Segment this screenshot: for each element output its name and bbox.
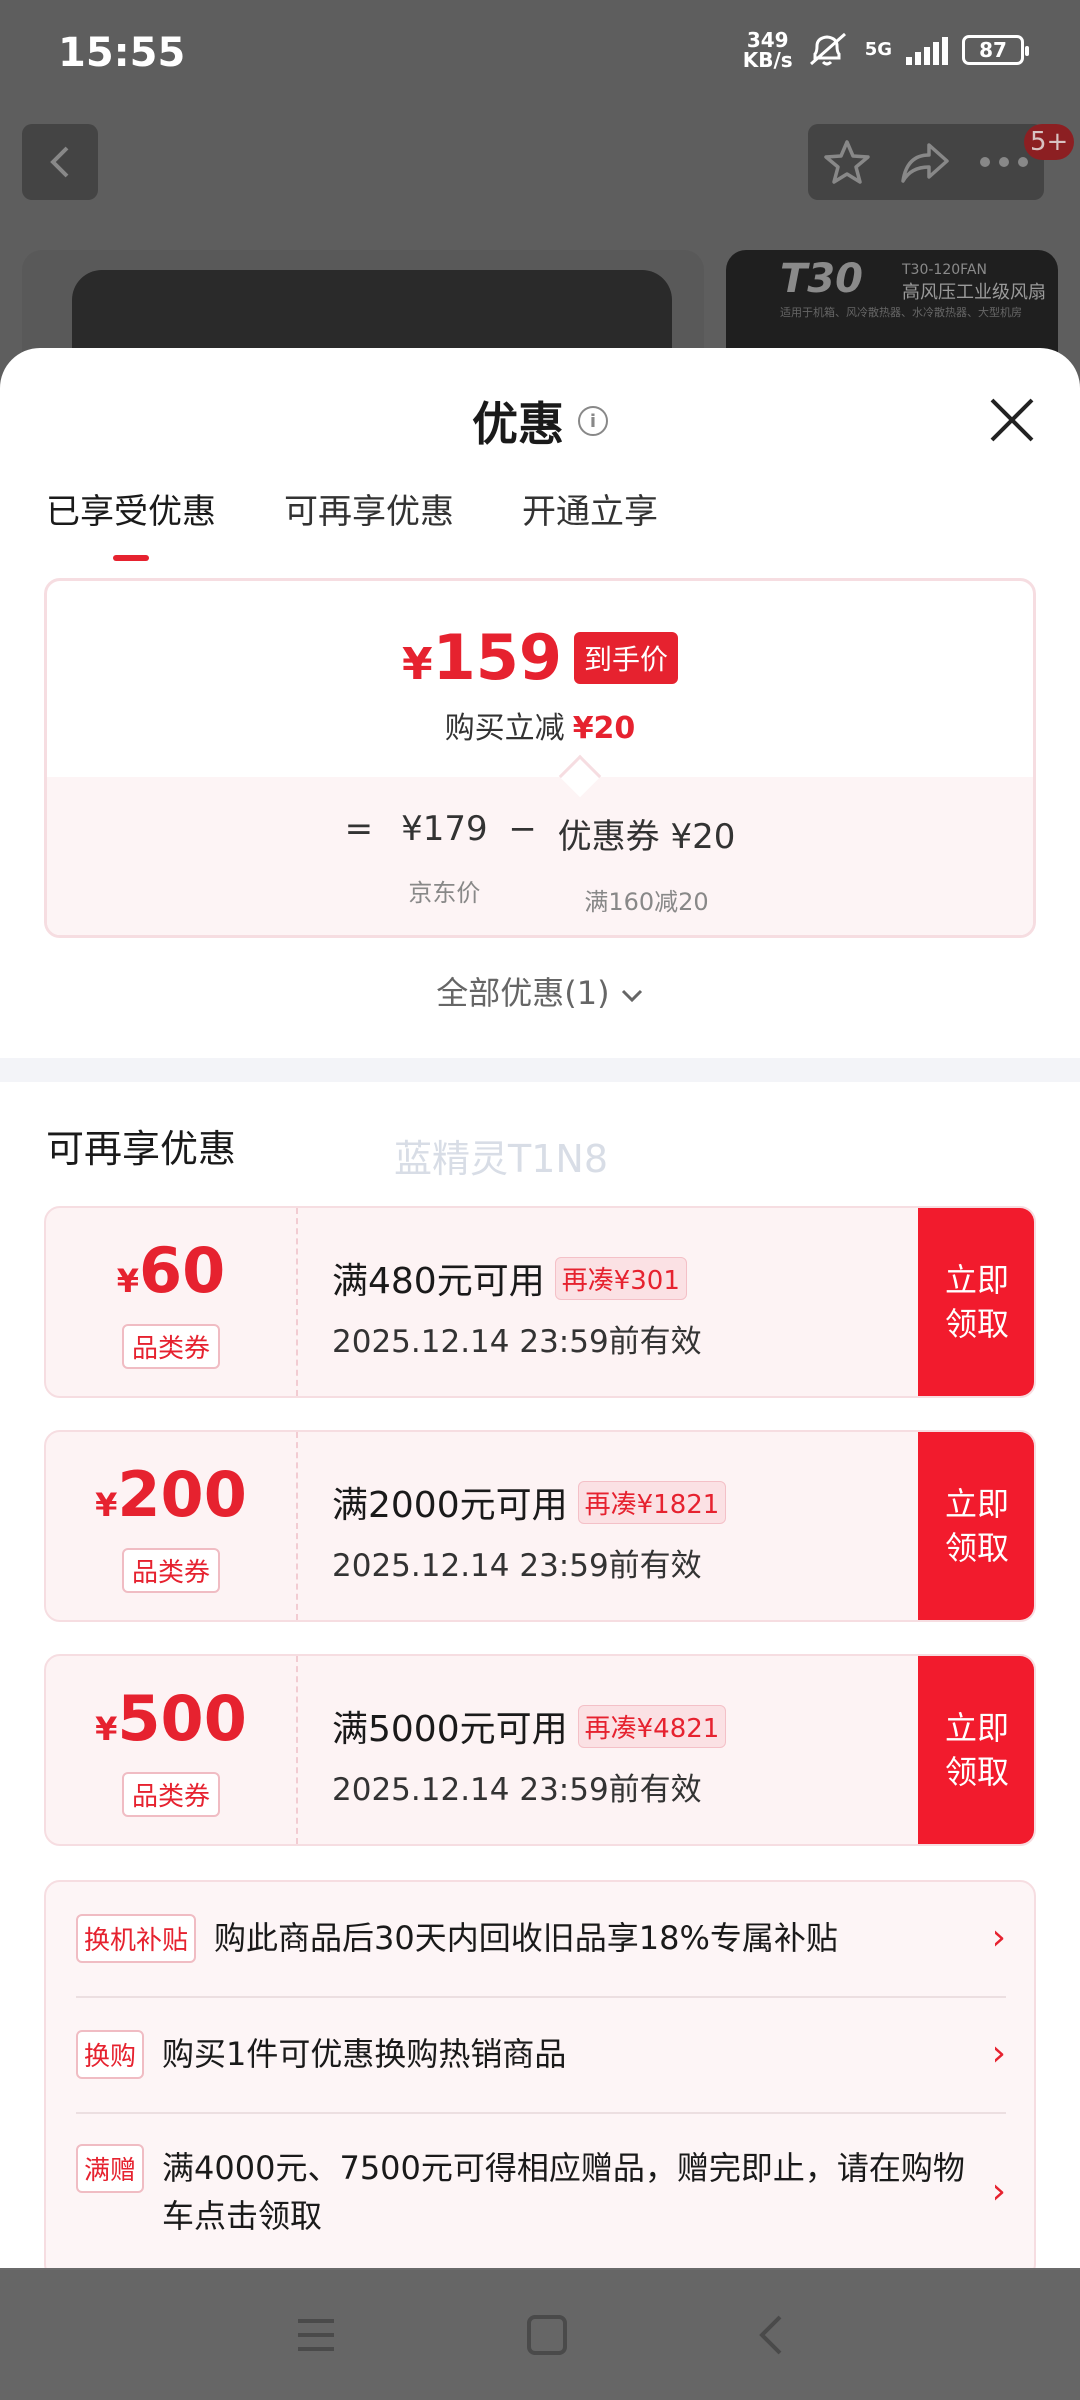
status-icons: 349 KB/s 5G 87 bbox=[742, 28, 1029, 72]
perk-tag: 满赠 bbox=[76, 2144, 145, 2193]
price-card: ¥159 到手价 购买立减 ¥20 = ¥179 京东价 − 优惠券 ¥20 满1… bbox=[44, 578, 1036, 938]
equals-sign: = bbox=[344, 809, 374, 849]
chevron-right-icon: › bbox=[991, 1917, 1006, 1958]
coupon-amount: ¥60 bbox=[116, 1233, 226, 1307]
discount-sheet: 优惠 i 已享受优惠 可再享优惠 开通立享 ¥159 到手价 购买立减 ¥20 =… bbox=[0, 348, 1080, 2268]
star-icon[interactable] bbox=[822, 137, 872, 187]
battery-icon: 87 bbox=[962, 35, 1029, 65]
claim-button[interactable]: 立即 领取 bbox=[918, 1656, 1034, 1844]
message-badge: 5+ bbox=[1024, 124, 1075, 160]
coupon-amount: ¥200 bbox=[95, 1457, 247, 1531]
coupon-validity: 2025.12.14 23:59前有效 bbox=[332, 1548, 702, 1584]
network-type: 5G bbox=[864, 39, 892, 60]
share-icon[interactable] bbox=[899, 137, 951, 187]
reduce-row: 购买立减 ¥20 bbox=[444, 711, 636, 746]
menu-icon[interactable] bbox=[294, 2315, 338, 2355]
claim-button[interactable]: 立即 领取 bbox=[918, 1432, 1034, 1620]
section-title: 可再享优惠 bbox=[46, 1127, 237, 1171]
coupon-need: 再凑¥1821 bbox=[577, 1480, 727, 1524]
coupon-type: 品类券 bbox=[121, 1547, 220, 1593]
perk-tag: 换机补贴 bbox=[76, 1914, 197, 1963]
coupon-need: 再凑¥4821 bbox=[577, 1704, 727, 1748]
coupon-label: 满160减20 bbox=[584, 888, 709, 916]
back-button[interactable] bbox=[22, 124, 98, 200]
jd-price-label: 京东价 bbox=[408, 879, 481, 907]
home-icon[interactable] bbox=[525, 2313, 569, 2357]
section-divider bbox=[0, 1058, 1080, 1082]
back-nav-icon[interactable] bbox=[756, 2313, 786, 2357]
coupon-condition: 满480元可用 bbox=[332, 1261, 545, 1302]
watermark: 蓝精灵T1N8 bbox=[394, 1137, 608, 1181]
coupon-validity: 2025.12.14 23:59前有效 bbox=[332, 1324, 702, 1360]
price-tag: 到手价 bbox=[574, 631, 679, 684]
status-time: 15:55 bbox=[58, 30, 186, 76]
tab-more-available[interactable]: 可再享优惠 bbox=[284, 484, 454, 561]
coupon-need: 再凑¥301 bbox=[554, 1256, 687, 1300]
more-icon[interactable] bbox=[978, 155, 1030, 169]
chevron-right-icon: › bbox=[991, 2033, 1006, 2074]
system-nav-bar bbox=[0, 2270, 1080, 2400]
close-icon[interactable] bbox=[984, 392, 1040, 448]
chevron-down-icon bbox=[621, 989, 642, 1003]
net-speed: 349 KB/s bbox=[742, 28, 793, 72]
perk-text: 满4000元、7500元可得相应赠品，赠完即止，请在购物车点击领取 bbox=[162, 2149, 965, 2235]
chevron-right-icon: › bbox=[991, 2171, 1006, 2212]
discount-tabs: 已享受优惠 可再享优惠 开通立享 bbox=[46, 484, 658, 561]
mute-icon bbox=[809, 32, 846, 66]
tab-activate[interactable]: 开通立享 bbox=[522, 484, 658, 561]
nav-actions bbox=[808, 124, 1044, 200]
perk-row-exchange[interactable]: 换购 购买1件可优惠换购热销商品 › bbox=[76, 2030, 1006, 2079]
coupon-validity: 2025.12.14 23:59前有效 bbox=[332, 1772, 702, 1808]
coupon-amount: ¥500 bbox=[95, 1681, 247, 1755]
coupon-card: ¥60 品类券 满480元可用 再凑¥301 2025.12.14 23:59前… bbox=[44, 1206, 1036, 1398]
coupon-condition: 满2000元可用 bbox=[332, 1485, 568, 1526]
coupon-type: 品类券 bbox=[121, 1323, 220, 1369]
final-price: ¥159 bbox=[401, 621, 563, 694]
perk-text: 购买1件可优惠换购热销商品 bbox=[162, 2035, 567, 2073]
claim-button[interactable]: 立即 领取 bbox=[918, 1208, 1034, 1396]
coupon-type: 品类券 bbox=[121, 1771, 220, 1817]
perk-row-trade-in[interactable]: 换机补贴 购此商品后30天内回收旧品享18%专属补贴 › bbox=[76, 1914, 1006, 1963]
coupon-card: ¥200 品类券 满2000元可用 再凑¥1821 2025.12.14 23:… bbox=[44, 1430, 1036, 1622]
perk-text: 购此商品后30天内回收旧品享18%专属补贴 bbox=[214, 1919, 838, 1957]
sheet-title: 优惠 bbox=[472, 397, 564, 451]
signal-icon bbox=[906, 35, 948, 65]
all-discounts-toggle[interactable]: 全部优惠(1) bbox=[0, 968, 1080, 1014]
tab-enjoyed[interactable]: 已享受优惠 bbox=[46, 484, 216, 561]
coupon-condition: 满5000元可用 bbox=[332, 1709, 568, 1750]
coupon-value: 优惠券 ¥20 bbox=[557, 817, 736, 857]
back-icon bbox=[50, 146, 69, 178]
jd-price: ¥179 bbox=[401, 809, 488, 849]
perks-card: 换机补贴 购此商品后30天内回收旧品享18%专属补贴 › 换购 购买1件可优惠换… bbox=[44, 1880, 1036, 2268]
info-icon[interactable]: i bbox=[578, 406, 608, 436]
coupon-card: ¥500 品类券 满5000元可用 再凑¥4821 2025.12.14 23:… bbox=[44, 1654, 1036, 1846]
status-bar: 15:55 349 KB/s 5G 87 bbox=[0, 0, 1080, 108]
minus-sign: − bbox=[508, 809, 537, 849]
price-formula: = ¥179 京东价 − 优惠券 ¥20 满160减20 bbox=[47, 809, 1033, 917]
perk-tag: 换购 bbox=[76, 2030, 145, 2079]
perk-row-gift[interactable]: 满赠 满4000元、7500元可得相应赠品，赠完即止，请在购物车点击领取 › bbox=[76, 2144, 1006, 2240]
